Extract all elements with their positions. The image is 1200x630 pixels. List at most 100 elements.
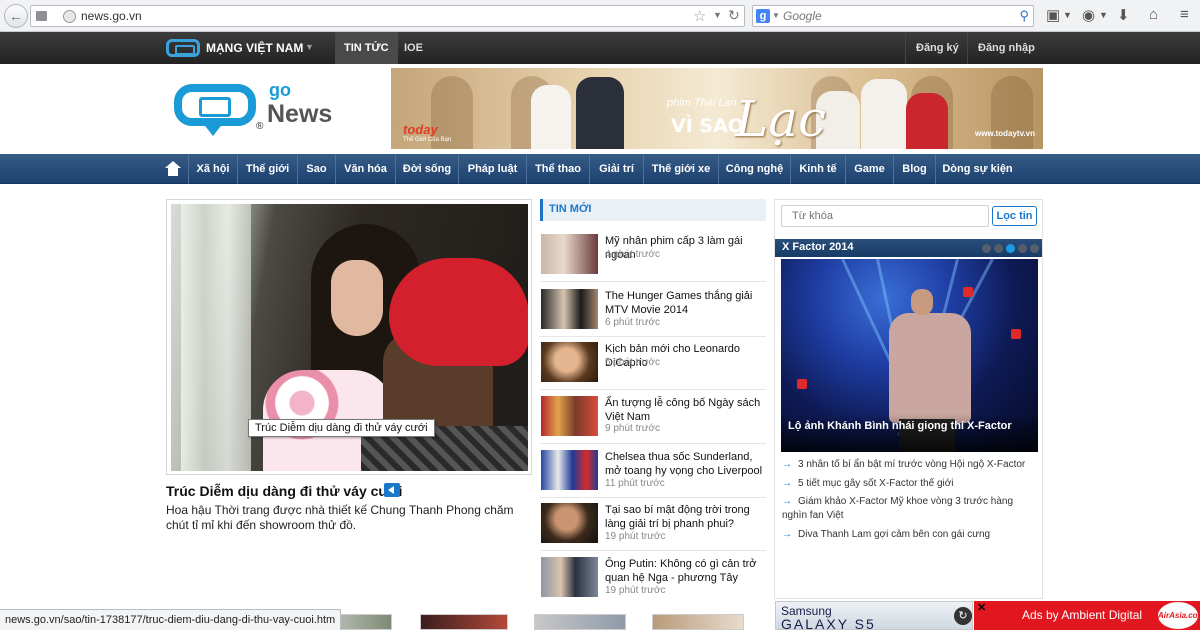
hero-more-icon[interactable] [384, 483, 400, 497]
news-thumbnail[interactable] [541, 450, 598, 490]
keyword-input[interactable] [781, 205, 989, 227]
list-item[interactable]: Chelsea thua sốc Sunderland, mở toang hy… [541, 450, 766, 500]
reload-icon[interactable]: ↻ [728, 7, 740, 24]
url-bar[interactable]: news.go.vn ☆ ▼ ↻ [30, 5, 745, 27]
news-thumbnail[interactable] [541, 234, 598, 274]
list-item[interactable]: Mỹ nhân phim cấp 3 làm gái ngoan 4 phút … [541, 234, 766, 284]
back-button[interactable]: ← [4, 4, 28, 28]
browser-search-box[interactable]: g ▼ Google ⚲ [752, 5, 1034, 27]
nav-item-game[interactable]: Game [845, 154, 893, 184]
banner-title-a: VÌ SAO [671, 115, 744, 137]
slider-dot[interactable] [994, 244, 1003, 253]
portal-tab-tin-tuc[interactable]: TIN TỨC [335, 32, 398, 64]
addon-icon[interactable]: ◉ [1082, 6, 1095, 24]
ad-label[interactable]: Ads by Ambient Digital [1022, 608, 1142, 622]
history-dropdown-icon[interactable]: ▼ [713, 10, 722, 20]
hero-description: Hoa hậu Thời trang được nhà thiết kế Chu… [166, 503, 514, 532]
nav-item-sao[interactable]: Sao [297, 154, 335, 184]
nav-item-giai-tri[interactable]: Giải trí [589, 154, 643, 184]
download-icon[interactable]: ⬇ [1117, 6, 1130, 24]
search-engine-caret-icon[interactable]: ▼ [772, 11, 780, 20]
nav-item-van-hoa[interactable]: Văn hóa [335, 154, 395, 184]
portal-brand[interactable]: MẠNG VIỆT NAM [206, 41, 303, 55]
portal-brand-caret-icon[interactable]: ▼ [305, 42, 314, 52]
ad-replay-icon[interactable]: ↻ [954, 607, 972, 625]
xfactor-link[interactable]: → 5 tiết mục gây sốt X-Factor thế giới [782, 477, 1037, 491]
xfactor-link-text[interactable]: 5 tiết mục gây sốt X-Factor thế giới [798, 478, 954, 489]
nav-item-cong-nghe[interactable]: Công nghệ [718, 154, 790, 184]
list-item[interactable]: Tại sao bí mật động trời trong làng giải… [541, 503, 766, 553]
xfactor-link-text[interactable]: Giám khảo X-Factor Mỹ khoe vòng 3 trước … [782, 496, 1013, 521]
addon-caret-icon[interactable]: ▼ [1099, 10, 1108, 20]
main-nav: Xã hội Thế giới Sao Văn hóa Đời sống Phá… [0, 154, 1200, 184]
nav-item-xa-hoi[interactable]: Xã hội [188, 154, 237, 184]
nav-item-the-thao[interactable]: Thể thao [526, 154, 589, 184]
login-link[interactable]: Đăng nhập [967, 32, 1045, 64]
xfactor-caption-text[interactable]: Lộ ảnh Khánh Bình nhái giọng thí X-Facto… [788, 420, 1012, 432]
hero-title-link[interactable]: Trúc Diễm dịu dàng đi thử váy cưới [166, 483, 402, 499]
bookmark-star-icon[interactable]: ☆ [693, 7, 706, 25]
search-engine-icon[interactable]: g [756, 9, 770, 23]
xfactor-link-text[interactable]: 3 nhân tố bí ẩn bật mí trước vòng Hội ng… [798, 459, 1025, 470]
logo-news-text[interactable]: News [267, 100, 332, 129]
nav-item-the-gioi-xe[interactable]: Thế giới xe [643, 154, 718, 184]
slider-dot-active[interactable] [1006, 244, 1015, 253]
gonews-logo-icon[interactable] [172, 82, 258, 136]
nav-home-icon[interactable] [158, 154, 188, 184]
nav-item-dong-su-kien[interactable]: Dòng sự kiện [935, 154, 1019, 184]
list-item[interactable]: Kịch bản mới cho Leonardo DiCaprio 6 phú… [541, 342, 766, 392]
browser-status-bar: news.go.vn/sao/tin-1738177/truc-diem-diu… [0, 609, 342, 630]
home-icon[interactable]: ⌂ [1149, 6, 1158, 23]
slider-dot[interactable] [1030, 244, 1039, 253]
close-ad-icon[interactable]: ✕ [977, 601, 986, 614]
mang-viet-nam-logo-icon[interactable] [166, 39, 200, 57]
nav-item-phap-luat[interactable]: Pháp luật [458, 154, 526, 184]
news-title[interactable]: Tại sao bí mật động trời trong làng giải… [605, 503, 765, 531]
xfactor-link[interactable]: → Giám khảo X-Factor Mỹ khoe vòng 3 trước… [782, 495, 1037, 523]
news-time: 9 phút trước [605, 423, 660, 434]
bookmarks-icon[interactable]: ▣ [1046, 6, 1060, 24]
xfactor-title[interactable]: X Factor 2014 [782, 241, 854, 253]
news-title[interactable]: The Hunger Games thắng giải MTV Movie 20… [605, 289, 765, 317]
list-item[interactable]: The Hunger Games thắng giải MTV Movie 20… [541, 289, 766, 339]
news-thumbnail[interactable] [541, 503, 598, 543]
url-text[interactable]: news.go.vn [81, 9, 142, 23]
xfactor-photo-caption[interactable]: Lộ ảnh Khánh Bình nhái giọng thí X-Facto… [781, 414, 1038, 452]
bottom-thumbnail[interactable] [652, 614, 744, 630]
filter-news-button[interactable]: Lọc tin [992, 206, 1037, 226]
news-title[interactable]: Chelsea thua sốc Sunderland, mở toang hy… [605, 450, 765, 478]
samsung-ad[interactable]: Samsung GALAXY S5 ↻ [775, 601, 973, 630]
news-title[interactable]: Ông Putin: Không có gì cản trở quan hệ N… [605, 557, 765, 585]
xfactor-link[interactable]: → 3 nhân tố bí ẩn bật mí trước vòng Hội n… [782, 458, 1037, 472]
list-item[interactable]: Ông Putin: Không có gì cản trở quan hệ N… [541, 557, 766, 607]
logo-go-text[interactable]: go [269, 80, 291, 101]
nav-item-blog[interactable]: Blog [893, 154, 935, 184]
nav-item-the-gioi[interactable]: Thế giới [237, 154, 297, 184]
xfactor-link[interactable]: → Diva Thanh Lam gợi cảm bên con gái cưng [782, 528, 1037, 542]
news-thumbnail[interactable] [541, 289, 598, 329]
airasia-logo[interactable]: AirAsia.com [1158, 602, 1200, 629]
news-time: 19 phút trước [605, 531, 666, 542]
browser-toolbar: ← news.go.vn ☆ ▼ ↻ g ▼ Google ⚲ ▣ ▼ ◉ ▼ … [0, 0, 1200, 32]
nav-item-doi-song[interactable]: Đời sống [395, 154, 458, 184]
search-icon[interactable]: ⚲ [1019, 8, 1029, 24]
nav-item-kinh-te[interactable]: Kinh tế [790, 154, 845, 184]
top-banner-ad[interactable]: today Thế Giới Của Bạn phim Thái Lan VÌ … [391, 68, 1043, 149]
bottom-thumbnail[interactable] [534, 614, 626, 630]
menu-icon[interactable]: ≡ [1180, 6, 1189, 23]
register-link[interactable]: Đăng ký [905, 32, 969, 64]
news-thumbnail[interactable] [541, 342, 598, 382]
slider-dot[interactable] [982, 244, 991, 253]
slider-dot[interactable] [1018, 244, 1027, 253]
bookmarks-caret-icon[interactable]: ▼ [1063, 10, 1072, 20]
list-item[interactable]: Ấn tượng lễ công bố Ngày sách Việt Nam 9… [541, 396, 766, 446]
news-thumbnail[interactable] [541, 557, 598, 597]
portal-tab-ioe[interactable]: IOE [395, 32, 432, 64]
airasia-ad[interactable]: ✕ Ads by Ambient Digital AirAsia.com [974, 601, 1200, 630]
news-thumbnail[interactable] [541, 396, 598, 436]
xfactor-link-text[interactable]: Diva Thanh Lam gợi cảm bên con gái cưng [798, 529, 990, 540]
news-title[interactable]: Ấn tượng lễ công bố Ngày sách Việt Nam [605, 396, 765, 424]
arrow-icon: → [782, 459, 792, 470]
bottom-thumbnail[interactable] [420, 614, 508, 630]
browser-search-placeholder[interactable]: Google [783, 9, 822, 23]
